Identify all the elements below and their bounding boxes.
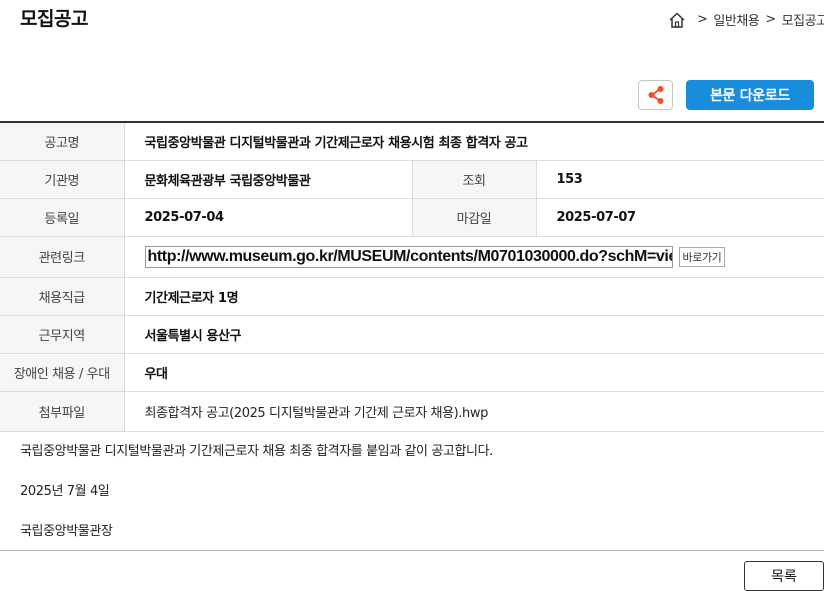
row-label-deadline: 마감일 (411, 198, 537, 237)
row-label-title: 공고명 (0, 122, 125, 161)
table-row: 관련링크 http://www.museum.go.kr/MUSEUM/cont… (0, 236, 824, 278)
row-value-title: 국립중앙박물관 디지털박물관과 기간제근로자 채용시험 최종 합격자 공고 (124, 122, 824, 161)
row-label-agency: 기관명 (0, 160, 125, 199)
breadcrumb-separator: > (765, 12, 776, 27)
share-icon (648, 86, 663, 104)
link-field[interactable]: http://www.museum.go.kr/MUSEUM/contents/… (144, 245, 673, 268)
table-row: 장애인 채용 / 우대 우대 (0, 353, 824, 392)
row-value-position: 기간제근로자 1명 (124, 277, 824, 316)
breadcrumb-item-general[interactable]: 일반채용 (713, 10, 759, 29)
table-row: 첨부파일 최종합격자 공고(2025 디지털박물관과 기간제 근로자 채용).h… (0, 391, 824, 432)
notice-body: 국립중앙박물관 디지털박물관과 기간제근로자 채용 최종 합격자를 붙임과 같이… (20, 434, 493, 554)
table-row: 기관명 문화체육관광부 국립중앙박물관 조회 153 (0, 160, 824, 199)
row-label-disabled: 장애인 채용 / 우대 (0, 353, 125, 392)
table-row: 근무지역 서울특별시 용산구 (0, 315, 824, 354)
page-title: 모집공고 (20, 8, 88, 30)
list-button[interactable]: 목록 (744, 561, 824, 591)
row-value-views: 153 (536, 160, 824, 199)
row-label-views: 조회 (411, 160, 537, 199)
home-icon[interactable] (668, 11, 686, 29)
notice-date: 2025년 7월 4일 (20, 484, 110, 499)
row-value-deadline: 2025-07-07 (536, 198, 824, 237)
info-table: 공고명 국립중앙박물관 디지털박물관과 기간제근로자 채용시험 최종 합격자 공… (0, 121, 824, 432)
attachment-link[interactable]: 최종합격자 공고(2025 디지털박물관과 기간제 근로자 채용).hwp (124, 391, 824, 432)
divider (0, 550, 824, 551)
row-value-link-cell: http://www.museum.go.kr/MUSEUM/contents/… (124, 236, 824, 278)
notice-signature: 국립중앙박물관장 (20, 524, 113, 539)
row-label-attachment: 첨부파일 (0, 391, 125, 432)
breadcrumb-item-recruitment[interactable]: 모집공고 (782, 10, 824, 29)
row-value-registered: 2025-07-04 (124, 198, 412, 237)
row-label-location: 근무지역 (0, 315, 125, 354)
table-row: 공고명 국립중앙박물관 디지털박물관과 기간제근로자 채용시험 최종 합격자 공… (0, 122, 824, 161)
breadcrumb-separator: > (697, 12, 708, 27)
notice-body-text: 국립중앙박물관 디지털박물관과 기간제근로자 채용 최종 합격자를 붙임과 같이… (20, 444, 493, 459)
row-label-position: 채용직급 (0, 277, 125, 316)
breadcrumb: > 일반채용 > 모집공고 (668, 10, 824, 29)
table-row: 등록일 2025-07-04 마감일 2025-07-07 (0, 198, 824, 237)
table-row: 채용직급 기간제근로자 1명 (0, 277, 824, 316)
row-label-registered: 등록일 (0, 198, 125, 237)
row-value-disabled: 우대 (124, 353, 824, 392)
row-value-location: 서울특별시 용산구 (124, 315, 824, 354)
go-button[interactable]: 바로가기 (678, 246, 726, 267)
share-button[interactable] (638, 80, 673, 110)
row-value-agency: 문화체육관광부 국립중앙박물관 (124, 160, 412, 199)
row-label-link: 관련링크 (0, 236, 125, 278)
download-button[interactable]: 본문 다운로드 (686, 80, 814, 110)
